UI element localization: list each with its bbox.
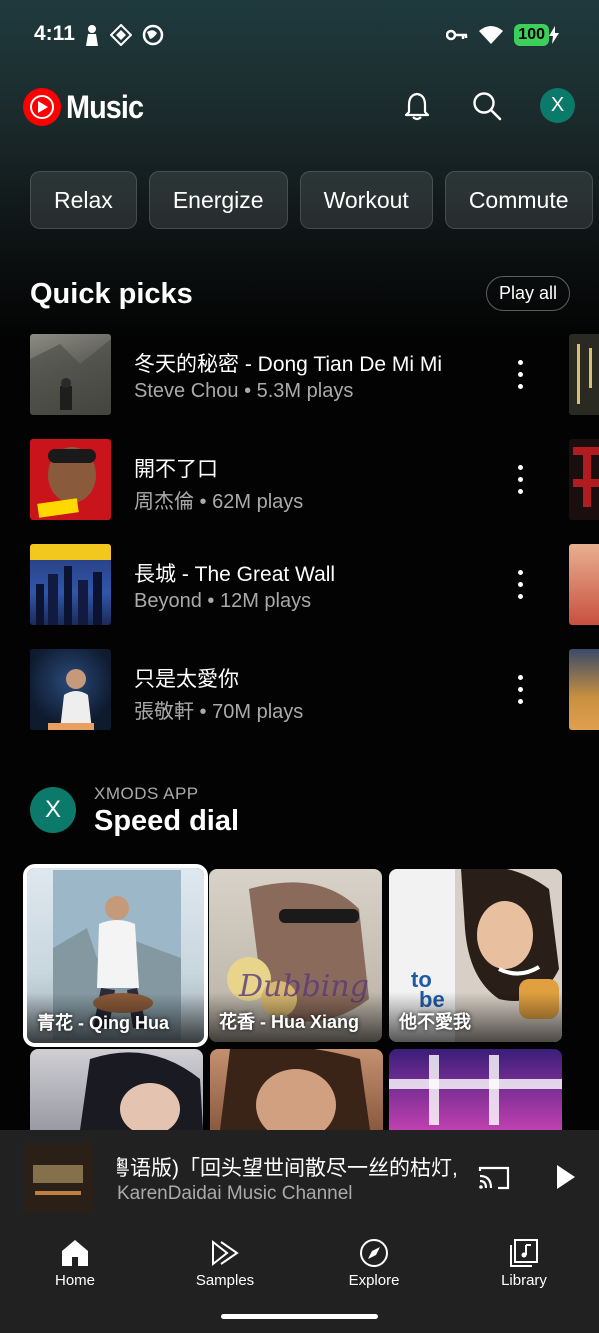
nav-home[interactable]: Home — [20, 1238, 130, 1289]
battery-indicator: 100 — [514, 24, 549, 46]
more-options-button[interactable] — [510, 461, 530, 497]
key-icon — [446, 29, 468, 41]
music-logo-icon — [23, 88, 61, 126]
speed-dial-avatar: X — [30, 787, 76, 833]
bottom-navigation: Home Samples Explore Library — [0, 1226, 599, 1333]
bell-icon — [404, 92, 430, 121]
globe-icon — [142, 24, 164, 46]
song-subtitle: Beyond • 12M plays — [134, 590, 312, 612]
song-subtitle: 張敬軒 • 70M plays — [134, 701, 304, 723]
song-subtitle: 周杰倫 • 62M plays — [134, 491, 304, 513]
diamond-icon — [110, 24, 132, 46]
play-button[interactable] — [555, 1163, 577, 1191]
more-options-button[interactable] — [510, 356, 530, 392]
speed-dial-tile-label: 他不愛我 — [399, 1012, 471, 1032]
song-row[interactable]: 開不了口 周杰倫 • 62M plays — [30, 439, 550, 521]
gesture-home-indicator[interactable] — [221, 1314, 378, 1319]
nav-explore-label: Explore — [348, 1272, 400, 1289]
cast-button[interactable] — [478, 1165, 510, 1191]
nav-home-label: Home — [54, 1272, 95, 1289]
status-icons-left — [84, 24, 164, 46]
chip-relax[interactable]: Relax — [30, 171, 137, 229]
play-all-button[interactable]: Play all — [486, 276, 570, 311]
mini-player-thumbnail — [23, 1143, 93, 1213]
logo-text: Music — [66, 88, 144, 125]
nav-library-label: Library — [501, 1272, 547, 1289]
mini-player-artist: KarenDaidai Music Channel — [117, 1183, 353, 1204]
play-icon — [557, 1165, 575, 1189]
chip-energize[interactable]: Energize — [148, 171, 288, 229]
search-icon — [473, 92, 502, 121]
nav-samples-label: Samples — [195, 1272, 255, 1289]
wifi-icon — [479, 26, 504, 44]
speed-dial-tile[interactable] — [210, 1049, 383, 1130]
speed-dial-overline: XMODS APP — [94, 784, 199, 803]
cast-icon — [478, 1166, 510, 1190]
samples-icon — [212, 1239, 239, 1267]
person-silhouette-icon — [86, 25, 98, 46]
speed-dial-tile[interactable]: 青花 - Qing Hua — [23, 864, 208, 1047]
song-row[interactable]: 冬天的秘密 - Dong Tian De Mi Mi Steve Chou • … — [30, 334, 550, 416]
more-options-button[interactable] — [510, 671, 530, 707]
home-icon — [62, 1240, 88, 1266]
youtube-music-logo[interactable]: Music — [22, 87, 152, 127]
album-art — [30, 649, 111, 730]
notifications-button[interactable] — [399, 88, 435, 124]
album-art — [30, 544, 111, 625]
speed-dial-tile[interactable] — [30, 1049, 203, 1130]
status-icons-right: 100 — [446, 24, 559, 46]
song-subtitle: Steve Chou • 5.3M plays — [134, 380, 354, 402]
more-options-button[interactable] — [510, 566, 530, 602]
account-avatar-button[interactable]: X — [540, 88, 575, 123]
song-title: 冬天的秘密 - Dong Tian De Mi Mi — [134, 353, 443, 376]
next-column-album-art[interactable] — [569, 544, 599, 625]
song-title: 開不了口 — [134, 458, 218, 481]
next-column-album-art[interactable] — [569, 334, 599, 415]
song-title: 只是太愛你 — [134, 668, 239, 691]
mood-chips: Relax Energize Workout Commute — [30, 171, 593, 229]
charging-bolt-icon — [549, 26, 559, 44]
album-art — [30, 439, 111, 520]
next-column-album-art[interactable] — [569, 649, 599, 730]
nav-samples[interactable]: Samples — [170, 1238, 280, 1289]
album-art — [30, 334, 111, 415]
nav-library[interactable]: Library — [469, 1238, 579, 1289]
mini-player[interactable]: 粵语版)「回头望世间散尽一丝的枯灯, KarenDaidai Music Cha… — [0, 1130, 599, 1226]
nav-explore[interactable]: Explore — [319, 1238, 429, 1289]
mini-player-title: 粵语版)「回头望世间散尽一丝的枯灯, — [117, 1157, 458, 1180]
quick-picks-title: Quick picks — [30, 278, 193, 310]
speed-dial-tile[interactable]: Dubbing 花香 - Hua Xiang — [209, 869, 382, 1042]
next-column-album-art[interactable] — [569, 439, 599, 520]
speed-dial-tile-label: 花香 - Hua Xiang — [219, 1012, 360, 1032]
song-row[interactable]: 長城 - The Great Wall Beyond • 12M plays — [30, 544, 550, 626]
speed-dial-tile-label: 青花 - Qing Hua — [37, 1013, 169, 1033]
speed-dial-tile[interactable] — [389, 1049, 562, 1130]
speed-dial-tile[interactable]: to be 他不愛我 — [389, 869, 562, 1042]
status-bar: 4:11 100 — [0, 0, 599, 70]
library-icon — [510, 1239, 538, 1267]
status-time: 4:11 — [34, 22, 75, 45]
song-title: 長城 - The Great Wall — [134, 563, 336, 586]
speed-dial-title: Speed dial — [94, 805, 240, 837]
song-row[interactable]: 只是太愛你 張敬軒 • 70M plays — [30, 649, 550, 731]
search-button[interactable] — [469, 88, 505, 124]
app-bar: Music — [0, 80, 599, 136]
chip-commute[interactable]: Commute — [444, 171, 593, 229]
explore-icon — [360, 1239, 388, 1267]
chip-workout[interactable]: Workout — [299, 171, 433, 229]
